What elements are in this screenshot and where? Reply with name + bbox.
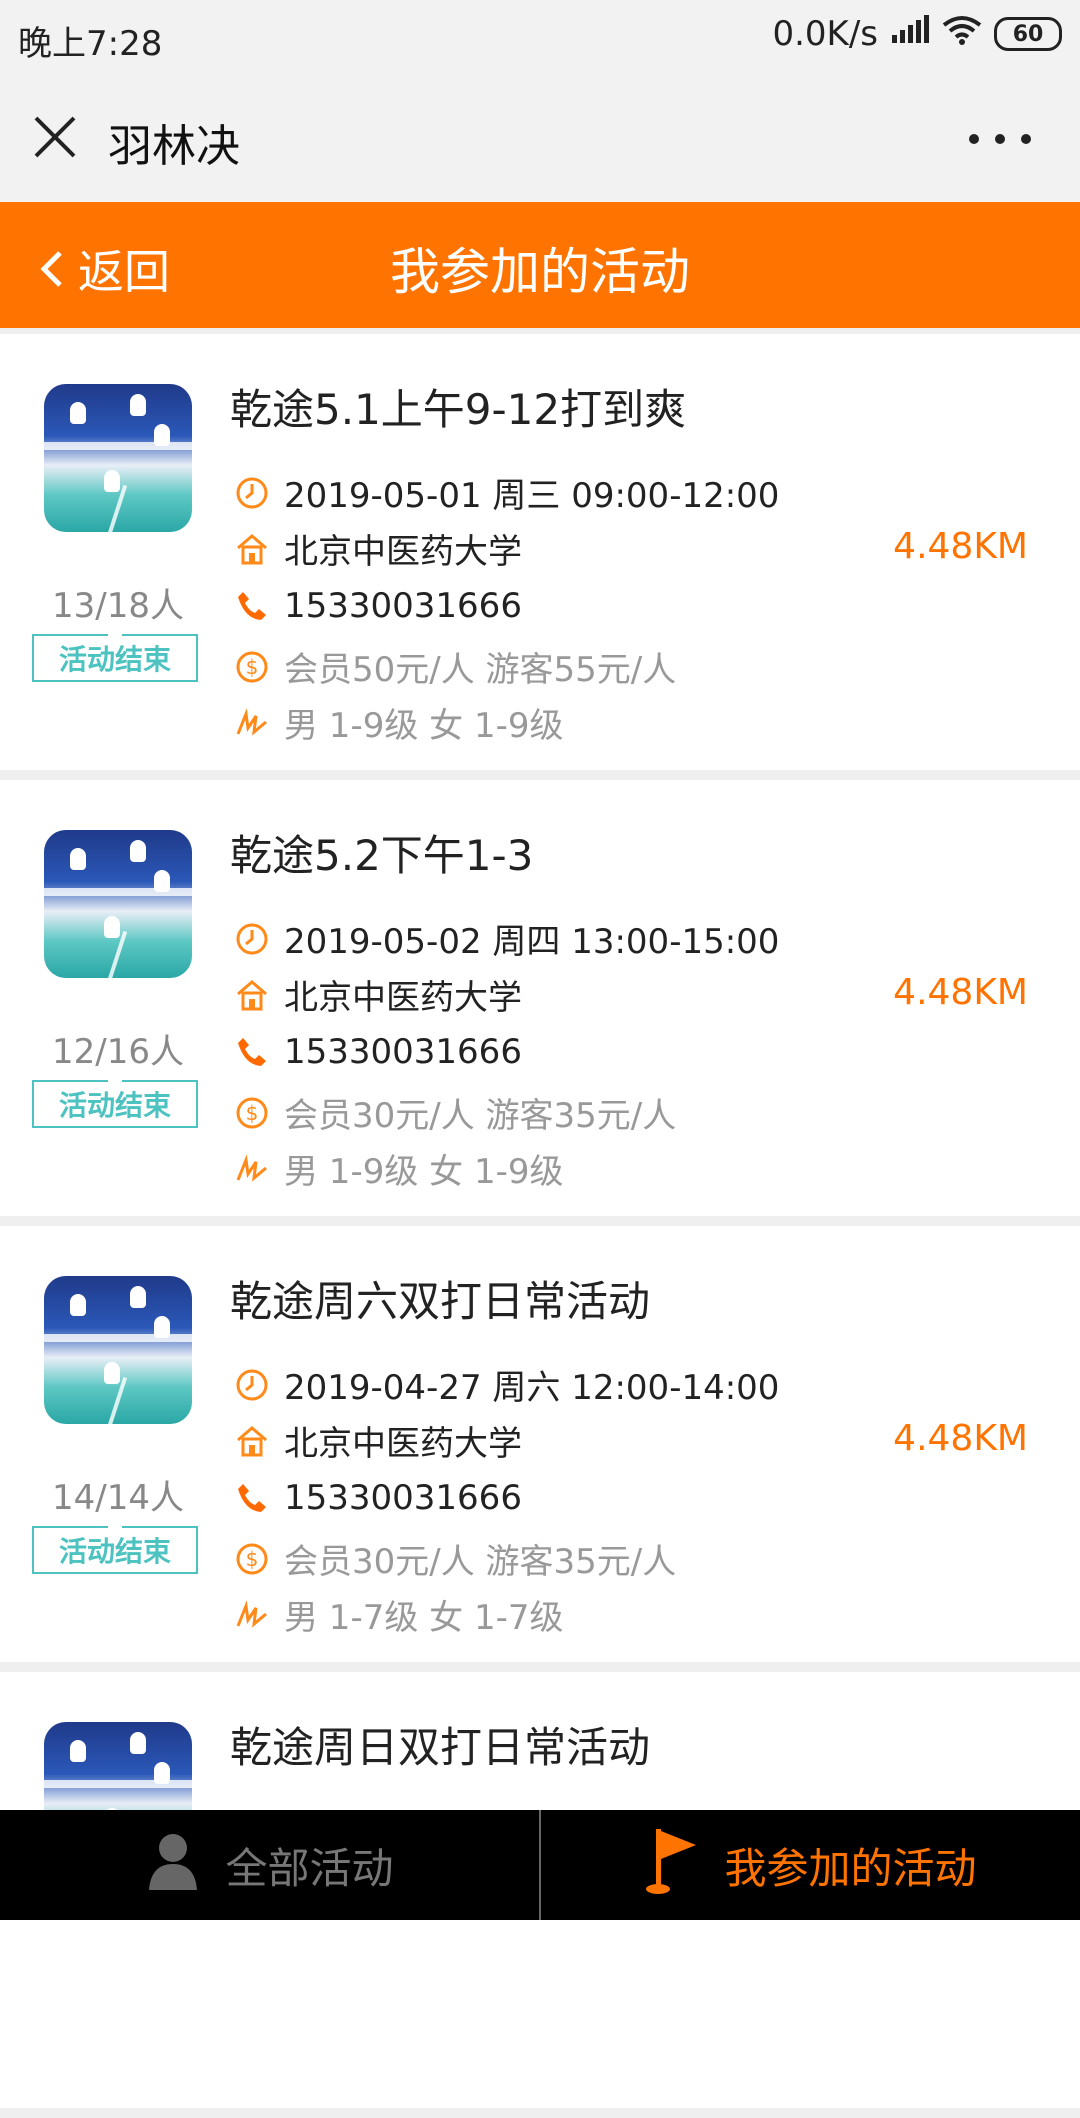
house-icon	[234, 1423, 270, 1459]
svg-text:$: $	[246, 655, 259, 679]
activity-datetime: 2019-04-27 周六 12:00-14:00	[284, 1368, 780, 1408]
activity-level-row: 男 1-9级 女 1-9级	[234, 1144, 564, 1193]
back-button[interactable]: 返回	[40, 236, 170, 302]
activity-distance: 4.48KM	[893, 972, 1028, 1013]
activity-level-row: 男 1-9级 女 1-9级	[234, 698, 564, 747]
house-icon	[234, 531, 270, 567]
more-icon[interactable]	[960, 124, 1040, 154]
participant-count: 14/14人	[52, 1478, 184, 1518]
activity-venue: 北京中医药大学	[284, 978, 522, 1018]
participant-count: 12/16人	[52, 1032, 184, 1072]
svg-text:$: $	[246, 1547, 259, 1571]
activity-datetime-row: 2019-04-27 周六 12:00-14:00	[234, 1360, 779, 1409]
activity-level-row: 男 1-7级 女 1-7级	[234, 1590, 564, 1639]
activity-price-row: $ 会员30元/人 游客35元/人	[234, 1534, 676, 1583]
dollar-icon: $	[234, 1541, 270, 1577]
activity-venue-row: 北京中医药大学	[234, 524, 522, 573]
activity-phone-row[interactable]: 15330031666	[234, 1032, 522, 1072]
clock-icon	[234, 1367, 270, 1403]
activity-level: 男 1-9级 女 1-9级	[284, 706, 564, 746]
clock-icon	[234, 921, 270, 957]
activity-name: 乾途周日双打日常活动	[230, 1723, 651, 1772]
back-label: 返回	[78, 245, 170, 299]
status-badge: 活动结束	[32, 634, 198, 682]
house-icon	[234, 977, 270, 1013]
activity-price-row: $ 会员30元/人 游客35元/人	[234, 1088, 676, 1137]
bottom-nav: 全部活动 我参加的活动	[0, 1810, 1080, 1920]
chevron-left-icon	[40, 251, 62, 287]
battery-icon: 60	[994, 17, 1062, 51]
activity-card[interactable]: 12/16人 活动结束 乾途5.2下午1-3 2019-05-02 周四 13:…	[0, 780, 1080, 1216]
status-bar: 晚上7:28 0.0K/s 60	[0, 0, 1080, 74]
activity-name: 乾途5.2下午1-3	[230, 831, 534, 880]
activity-phone: 15330031666	[284, 1032, 522, 1072]
level-icon	[234, 705, 270, 741]
person-icon	[145, 1830, 201, 1900]
tab-my-activities[interactable]: 我参加的活动	[541, 1810, 1080, 1920]
activity-datetime-row: 2019-05-02 周四 13:00-15:00	[234, 914, 779, 963]
flag-icon	[644, 1825, 700, 1905]
participant-count: 13/18人	[52, 586, 184, 626]
status-time: 晚上7:28	[18, 24, 163, 64]
activity-datetime: 2019-05-02 周四 13:00-15:00	[284, 922, 780, 962]
level-icon	[234, 1151, 270, 1187]
activity-datetime-row: 2019-05-01 周三 09:00-12:00	[234, 468, 779, 517]
network-speed: 0.0K/s	[772, 14, 878, 54]
tab-label: 全部活动	[225, 1843, 394, 1893]
signal-icon	[890, 14, 930, 54]
activity-name: 乾途5.1上午9-12打到爽	[230, 385, 687, 434]
svg-text:$: $	[246, 1101, 259, 1125]
activity-price-row: $ 会员50元/人 游客55元/人	[234, 642, 676, 691]
tab-label: 我参加的活动	[724, 1843, 977, 1893]
level-icon	[234, 1597, 270, 1633]
activity-datetime: 2019-05-01 周三 09:00-12:00	[284, 476, 780, 516]
activity-level: 男 1-7级 女 1-7级	[284, 1598, 564, 1638]
phone-icon	[234, 1034, 270, 1070]
clock-icon	[234, 475, 270, 511]
app-title: 羽林决	[108, 121, 240, 172]
activity-price: 会员30元/人 游客35元/人	[284, 1542, 677, 1582]
activity-venue-row: 北京中医药大学	[234, 1416, 522, 1465]
status-badge: 活动结束	[32, 1080, 198, 1128]
activity-card[interactable]: 13/18人 活动结束 乾途5.1上午9-12打到爽 2019-05-01 周三…	[0, 334, 1080, 770]
activity-name: 乾途周六双打日常活动	[230, 1277, 651, 1326]
activity-phone: 15330031666	[284, 1478, 522, 1518]
status-badge: 活动结束	[32, 1526, 198, 1574]
activity-phone-row[interactable]: 15330031666	[234, 1478, 522, 1518]
activity-venue: 北京中医药大学	[284, 532, 522, 572]
activity-venue: 北京中医药大学	[284, 1424, 522, 1464]
phone-icon	[234, 588, 270, 624]
close-icon[interactable]	[30, 112, 80, 162]
dollar-icon: $	[234, 649, 270, 685]
activity-price: 会员50元/人 游客55元/人	[284, 650, 677, 690]
activity-thumbnail	[44, 384, 192, 532]
activity-price: 会员30元/人 游客35元/人	[284, 1096, 677, 1136]
activity-card[interactable]: 14/14人 活动结束 乾途周六双打日常活动 2019-04-27 周六 12:…	[0, 1226, 1080, 1662]
activity-thumbnail	[44, 830, 192, 978]
page-header: 我参加的活动 返回	[0, 202, 1080, 328]
activity-phone: 15330031666	[284, 586, 522, 626]
activity-distance: 4.48KM	[893, 526, 1028, 567]
activity-distance: 4.48KM	[893, 1418, 1028, 1459]
wifi-icon	[942, 14, 982, 54]
phone-icon	[234, 1480, 270, 1516]
dollar-icon: $	[234, 1095, 270, 1131]
activity-phone-row[interactable]: 15330031666	[234, 586, 522, 626]
activity-level: 男 1-9级 女 1-9级	[284, 1152, 564, 1192]
activity-thumbnail	[44, 1276, 192, 1424]
activity-venue-row: 北京中医药大学	[234, 970, 522, 1019]
tab-all-activities[interactable]: 全部活动	[0, 1810, 539, 1920]
title-bar: 羽林决	[0, 74, 1080, 202]
